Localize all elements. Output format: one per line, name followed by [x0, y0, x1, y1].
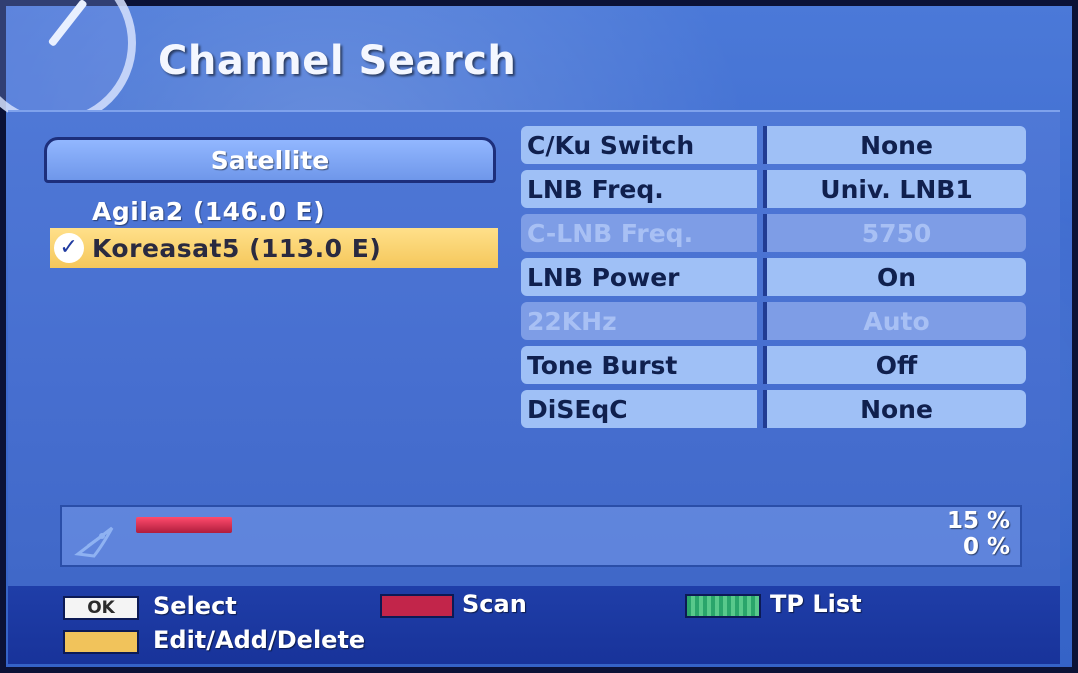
- quality-percent: 0 %: [962, 534, 1010, 560]
- tp-list-label: TP List: [770, 590, 862, 618]
- satellite-dish-icon: [74, 526, 114, 558]
- scan-progress-box: [60, 505, 1022, 567]
- setting-value[interactable]: Off: [763, 346, 1026, 384]
- signal-percent: 15 %: [946, 508, 1010, 534]
- signal-bar-fill: [136, 517, 232, 533]
- satellite-item-koreasat5[interactable]: ✓ Koreasat5 (113.0 E): [50, 228, 498, 268]
- setting-value[interactable]: On: [763, 258, 1026, 296]
- setting-value[interactable]: None: [763, 390, 1026, 428]
- scan-label: Scan: [462, 590, 527, 618]
- check-icon: ✓: [54, 233, 84, 263]
- signal-bar-track: [136, 517, 776, 533]
- setting-label: C-LNB Freq.: [521, 214, 757, 252]
- select-label: Select: [153, 592, 237, 620]
- green-key-tp-list[interactable]: [685, 594, 761, 618]
- setting-label: DiSEqC: [521, 390, 757, 428]
- setting-value: Auto: [763, 302, 1026, 340]
- setting-row: 22KHz Auto: [521, 302, 1026, 340]
- satellite-list-header: Satellite: [44, 137, 496, 183]
- edit-add-delete-label: Edit/Add/Delete: [153, 626, 366, 654]
- red-key-scan[interactable]: [380, 594, 454, 618]
- setting-value[interactable]: None: [763, 126, 1026, 164]
- setting-label: C/Ku Switch: [521, 126, 757, 164]
- setting-row[interactable]: LNB Power On: [521, 258, 1026, 296]
- setting-row[interactable]: Tone Burst Off: [521, 346, 1026, 384]
- setting-label: Tone Burst: [521, 346, 757, 384]
- setting-value: 5750: [763, 214, 1026, 252]
- setting-row[interactable]: DiSEqC None: [521, 390, 1026, 428]
- setting-row: C-LNB Freq. 5750: [521, 214, 1026, 252]
- yellow-key-edit[interactable]: [63, 630, 139, 654]
- page-title: Channel Search: [158, 38, 517, 84]
- setting-label: LNB Power: [521, 258, 757, 296]
- satellite-item-agila2[interactable]: Agila2 (146.0 E): [50, 191, 490, 231]
- satellite-item-label: Agila2 (146.0 E): [92, 196, 326, 226]
- ok-key[interactable]: OK: [63, 596, 139, 620]
- clock-hand: [47, 0, 88, 48]
- setting-label: 22KHz: [521, 302, 757, 340]
- satellite-item-label: Koreasat5 (113.0 E): [92, 233, 382, 263]
- setting-row[interactable]: C/Ku Switch None: [521, 126, 1026, 164]
- setting-value[interactable]: Univ. LNB1: [763, 170, 1026, 208]
- setting-label: LNB Freq.: [521, 170, 757, 208]
- setting-row[interactable]: LNB Freq. Univ. LNB1: [521, 170, 1026, 208]
